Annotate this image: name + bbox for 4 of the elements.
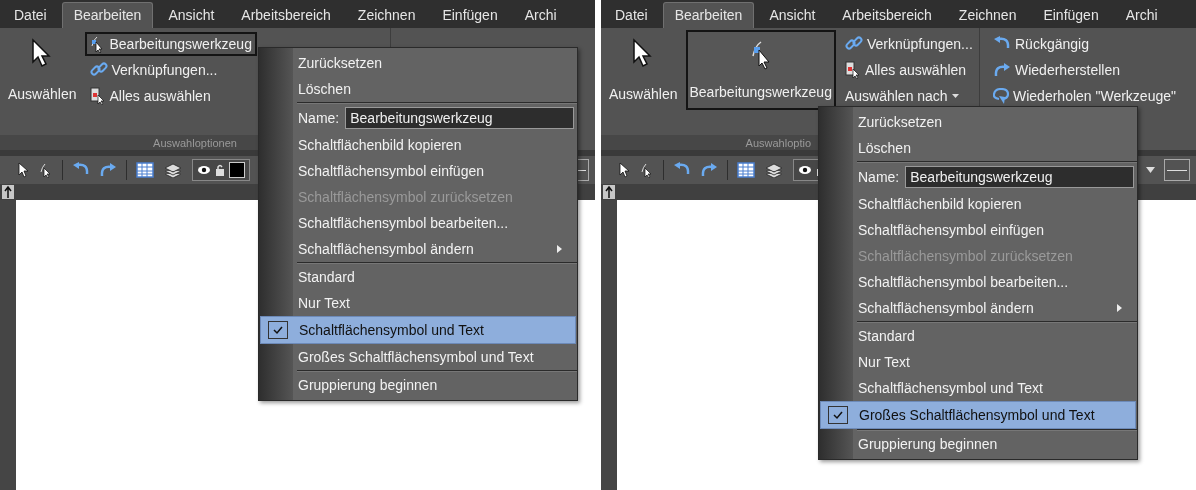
name-label: Name: bbox=[297, 110, 341, 126]
group-label: Auswahloptionen bbox=[153, 136, 237, 149]
group-label: Auswahloptio bbox=[745, 136, 811, 149]
name-label: Name: bbox=[857, 169, 901, 185]
